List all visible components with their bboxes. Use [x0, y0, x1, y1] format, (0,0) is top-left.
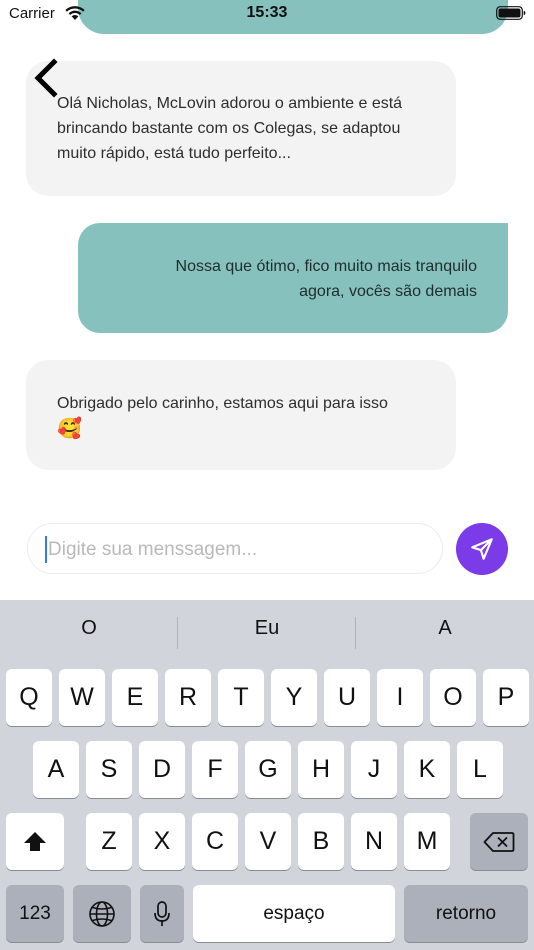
key-v[interactable]: V — [245, 813, 291, 870]
key-f[interactable]: F — [192, 741, 238, 798]
back-arrow-icon[interactable] — [30, 56, 64, 100]
suggestion-divider — [355, 617, 356, 649]
message-input-placeholder: Digite sua menssagem... — [48, 539, 258, 560]
shift-icon — [24, 831, 46, 851]
key-m[interactable]: M — [404, 813, 450, 870]
key-d[interactable]: D — [139, 741, 185, 798]
send-button[interactable] — [456, 523, 508, 575]
key-s[interactable]: S — [86, 741, 132, 798]
status-bar: Carrier 15:33 — [0, 0, 534, 34]
key-g[interactable]: G — [245, 741, 291, 798]
key-i[interactable]: I — [377, 669, 423, 726]
backspace-key[interactable] — [470, 813, 528, 870]
key-l[interactable]: L — [457, 741, 503, 798]
globe-key[interactable] — [73, 885, 131, 942]
key-y[interactable]: Y — [271, 669, 317, 726]
key-b[interactable]: B — [298, 813, 344, 870]
microphone-key[interactable] — [140, 885, 184, 942]
key-j[interactable]: J — [351, 741, 397, 798]
message-bubble-received: Olá Nicholas, McLovin adorou o ambiente … — [26, 61, 456, 196]
key-x[interactable]: X — [139, 813, 185, 870]
text-cursor — [45, 536, 47, 563]
message-text: Obrigado pelo carinho, estamos aqui para… — [57, 395, 388, 412]
key-z[interactable]: Z — [86, 813, 132, 870]
key-q[interactable]: Q — [6, 669, 52, 726]
send-icon — [471, 538, 493, 560]
backspace-icon — [483, 831, 515, 852]
message-text: Olá Nicholas, McLovin adorou o ambiente … — [57, 95, 403, 162]
numbers-key[interactable]: 123 — [6, 885, 64, 942]
key-u[interactable]: U — [324, 669, 370, 726]
message-text: Nossa que ótimo, fico muito mais tranqui… — [175, 258, 477, 300]
message-bubble-sent: Nossa que ótimo, fico muito mais tranqui… — [78, 223, 508, 333]
suggestion-1[interactable]: O — [1, 617, 177, 640]
key-h[interactable]: H — [298, 741, 344, 798]
globe-icon — [89, 900, 115, 927]
clock: 15:33 — [246, 4, 288, 21]
suggestion-3[interactable]: A — [357, 617, 533, 640]
battery-icon — [496, 6, 526, 20]
return-key[interactable]: retorno — [404, 885, 528, 942]
key-o[interactable]: O — [430, 669, 476, 726]
keyboard: O Eu A Q W E R T Y U I O P A S D F G H J… — [0, 600, 534, 950]
key-n[interactable]: N — [351, 813, 397, 870]
key-w[interactable]: W — [59, 669, 105, 726]
key-a[interactable]: A — [33, 741, 79, 798]
suggestion-divider — [177, 617, 178, 649]
key-t[interactable]: T — [218, 669, 264, 726]
suggestion-2[interactable]: Eu — [179, 617, 355, 640]
key-p[interactable]: P — [483, 669, 529, 726]
key-r[interactable]: R — [165, 669, 211, 726]
space-key[interactable]: espaço — [193, 885, 395, 942]
smiling-face-with-hearts-emoji: 🥰 — [57, 418, 82, 440]
key-c[interactable]: C — [192, 813, 238, 870]
shift-key[interactable] — [6, 813, 64, 870]
message-bubble-received: Obrigado pelo carinho, estamos aqui para… — [26, 360, 456, 470]
key-k[interactable]: K — [404, 741, 450, 798]
message-input[interactable]: Digite sua menssagem... — [27, 523, 443, 574]
microphone-icon — [154, 900, 170, 926]
key-e[interactable]: E — [112, 669, 158, 726]
